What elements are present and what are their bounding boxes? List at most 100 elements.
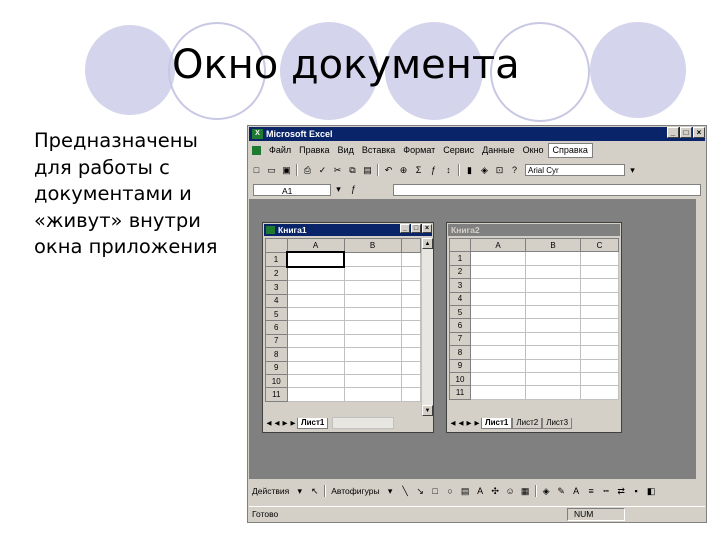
cell[interactable] — [400, 373, 421, 389]
cell[interactable] — [580, 371, 619, 387]
undo-icon[interactable]: ↶ — [382, 164, 395, 177]
app-titlebar[interactable]: X Microsoft Excel — [249, 127, 705, 141]
cell[interactable] — [525, 304, 581, 320]
cell[interactable] — [470, 304, 526, 320]
function-icon[interactable]: ƒ — [427, 164, 440, 177]
row-header[interactable]: 5 — [449, 304, 471, 320]
row-header[interactable]: 10 — [449, 371, 471, 387]
drawing-icon[interactable]: ◈ — [478, 164, 491, 177]
row-header[interactable]: 10 — [265, 373, 288, 389]
row-header[interactable]: 8 — [449, 345, 471, 360]
row-header[interactable]: 11 — [449, 385, 471, 400]
cell[interactable] — [525, 251, 581, 266]
cell[interactable] — [470, 371, 526, 387]
cell[interactable] — [525, 278, 581, 293]
row-header[interactable]: 11 — [265, 387, 288, 402]
column-header[interactable]: A — [286, 238, 345, 253]
font-name-select[interactable]: Arial Cyr — [525, 164, 625, 176]
cell[interactable] — [400, 306, 421, 322]
horizontal-scrollbar[interactable] — [332, 417, 395, 429]
cell[interactable] — [525, 358, 581, 373]
cell[interactable] — [286, 347, 345, 362]
sheet-tab[interactable]: Лист1 — [297, 417, 329, 429]
cell[interactable] — [470, 345, 526, 360]
cell[interactable] — [580, 345, 619, 360]
book2-titlebar[interactable]: Книга2 — [448, 224, 620, 236]
row-header[interactable]: 7 — [265, 333, 288, 349]
wordart-icon[interactable]: A — [474, 485, 487, 498]
sheet-tab[interactable]: Лист3 — [542, 417, 573, 429]
cell[interactable] — [470, 251, 526, 266]
cell[interactable] — [343, 306, 402, 322]
maximize-button[interactable]: □ — [411, 224, 421, 233]
cell[interactable] — [343, 333, 402, 349]
open-folder-icon[interactable]: ▭ — [265, 164, 278, 177]
cell[interactable] — [286, 266, 345, 282]
row-header[interactable]: 9 — [449, 358, 471, 373]
autosum-icon[interactable]: Σ — [412, 164, 425, 177]
first-sheet-icon[interactable]: ◀ — [449, 419, 457, 427]
row-header[interactable]: 2 — [265, 266, 288, 282]
menu-data[interactable]: Данные — [478, 144, 519, 157]
cell[interactable] — [580, 385, 619, 400]
row-header[interactable]: 9 — [265, 360, 288, 375]
3d-icon[interactable]: ◧ — [645, 485, 658, 498]
row-header[interactable]: 6 — [449, 318, 471, 333]
cell[interactable] — [286, 373, 345, 389]
menu-format[interactable]: Формат — [399, 144, 439, 157]
column-header[interactable]: C — [580, 237, 619, 253]
cell[interactable] — [286, 333, 345, 349]
prev-sheet-icon[interactable]: ◀ — [273, 419, 281, 427]
vertical-scrollbar[interactable]: ▲ ▼ — [421, 238, 433, 416]
line-style-icon[interactable]: ≡ — [585, 485, 598, 498]
sheet-tab[interactable]: Лист1 — [481, 417, 513, 429]
cell[interactable] — [525, 318, 581, 333]
active-cell[interactable] — [286, 251, 345, 268]
cell[interactable] — [343, 347, 402, 362]
first-sheet-icon[interactable]: ◀ — [265, 419, 273, 427]
row-header[interactable]: 6 — [265, 320, 288, 335]
cell[interactable] — [400, 293, 421, 308]
workbook-window-book1[interactable]: Книга1 _ □ × A B 1 2 3 4 5 6 7 8 9 10 11… — [262, 222, 434, 433]
zoom-icon[interactable]: ⊡ — [493, 164, 506, 177]
menu-view[interactable]: Вид — [334, 144, 358, 157]
menu-edit[interactable]: Правка — [295, 144, 333, 157]
prev-sheet-icon[interactable]: ◀ — [457, 419, 465, 427]
save-icon[interactable]: ▣ — [280, 164, 293, 177]
minimize-button[interactable]: _ — [667, 127, 679, 138]
sheet-tab[interactable]: Лист2 — [512, 417, 543, 429]
paste-icon[interactable]: ▤ — [361, 164, 374, 177]
draw-actions-menu[interactable]: Действия — [249, 486, 292, 496]
cut-icon[interactable]: ✂ — [331, 164, 344, 177]
menu-insert[interactable]: Вставка — [358, 144, 399, 157]
column-header[interactable]: B — [525, 237, 581, 253]
cell[interactable] — [400, 360, 421, 375]
oval-icon[interactable]: ○ — [444, 485, 457, 498]
cell[interactable] — [343, 251, 402, 268]
cell[interactable] — [580, 264, 619, 280]
close-button[interactable]: × — [693, 127, 705, 138]
next-sheet-icon[interactable]: ▶ — [465, 419, 473, 427]
cell[interactable] — [580, 331, 619, 347]
select-all-corner[interactable] — [449, 237, 471, 253]
line-color-icon[interactable]: ✎ — [555, 485, 568, 498]
chevron-down-icon[interactable]: ▾ — [293, 485, 306, 498]
cell[interactable] — [343, 266, 402, 282]
workbook-window-book2[interactable]: Книга2 A B C 1 2 3 4 5 6 7 8 9 10 11 ◀ ◀… — [446, 222, 622, 433]
dash-style-icon[interactable]: ┅ — [600, 485, 613, 498]
cell[interactable] — [470, 278, 526, 293]
cell[interactable] — [343, 293, 402, 308]
minimize-button[interactable]: _ — [400, 224, 410, 233]
cell[interactable] — [580, 304, 619, 320]
cell[interactable] — [525, 371, 581, 387]
fill-color-icon[interactable]: ◈ — [540, 485, 553, 498]
autoshapes-menu[interactable]: Автофигуры — [328, 486, 382, 496]
cell[interactable] — [343, 280, 402, 295]
fx-icon[interactable]: ƒ — [347, 183, 360, 196]
cell[interactable] — [470, 318, 526, 333]
spellcheck-icon[interactable]: ✓ — [316, 164, 329, 177]
row-header[interactable]: 7 — [449, 331, 471, 347]
font-color-icon[interactable]: A — [570, 485, 583, 498]
arrow-icon[interactable]: ↘ — [414, 485, 427, 498]
chevron-down-icon[interactable]: ▾ — [332, 183, 345, 196]
